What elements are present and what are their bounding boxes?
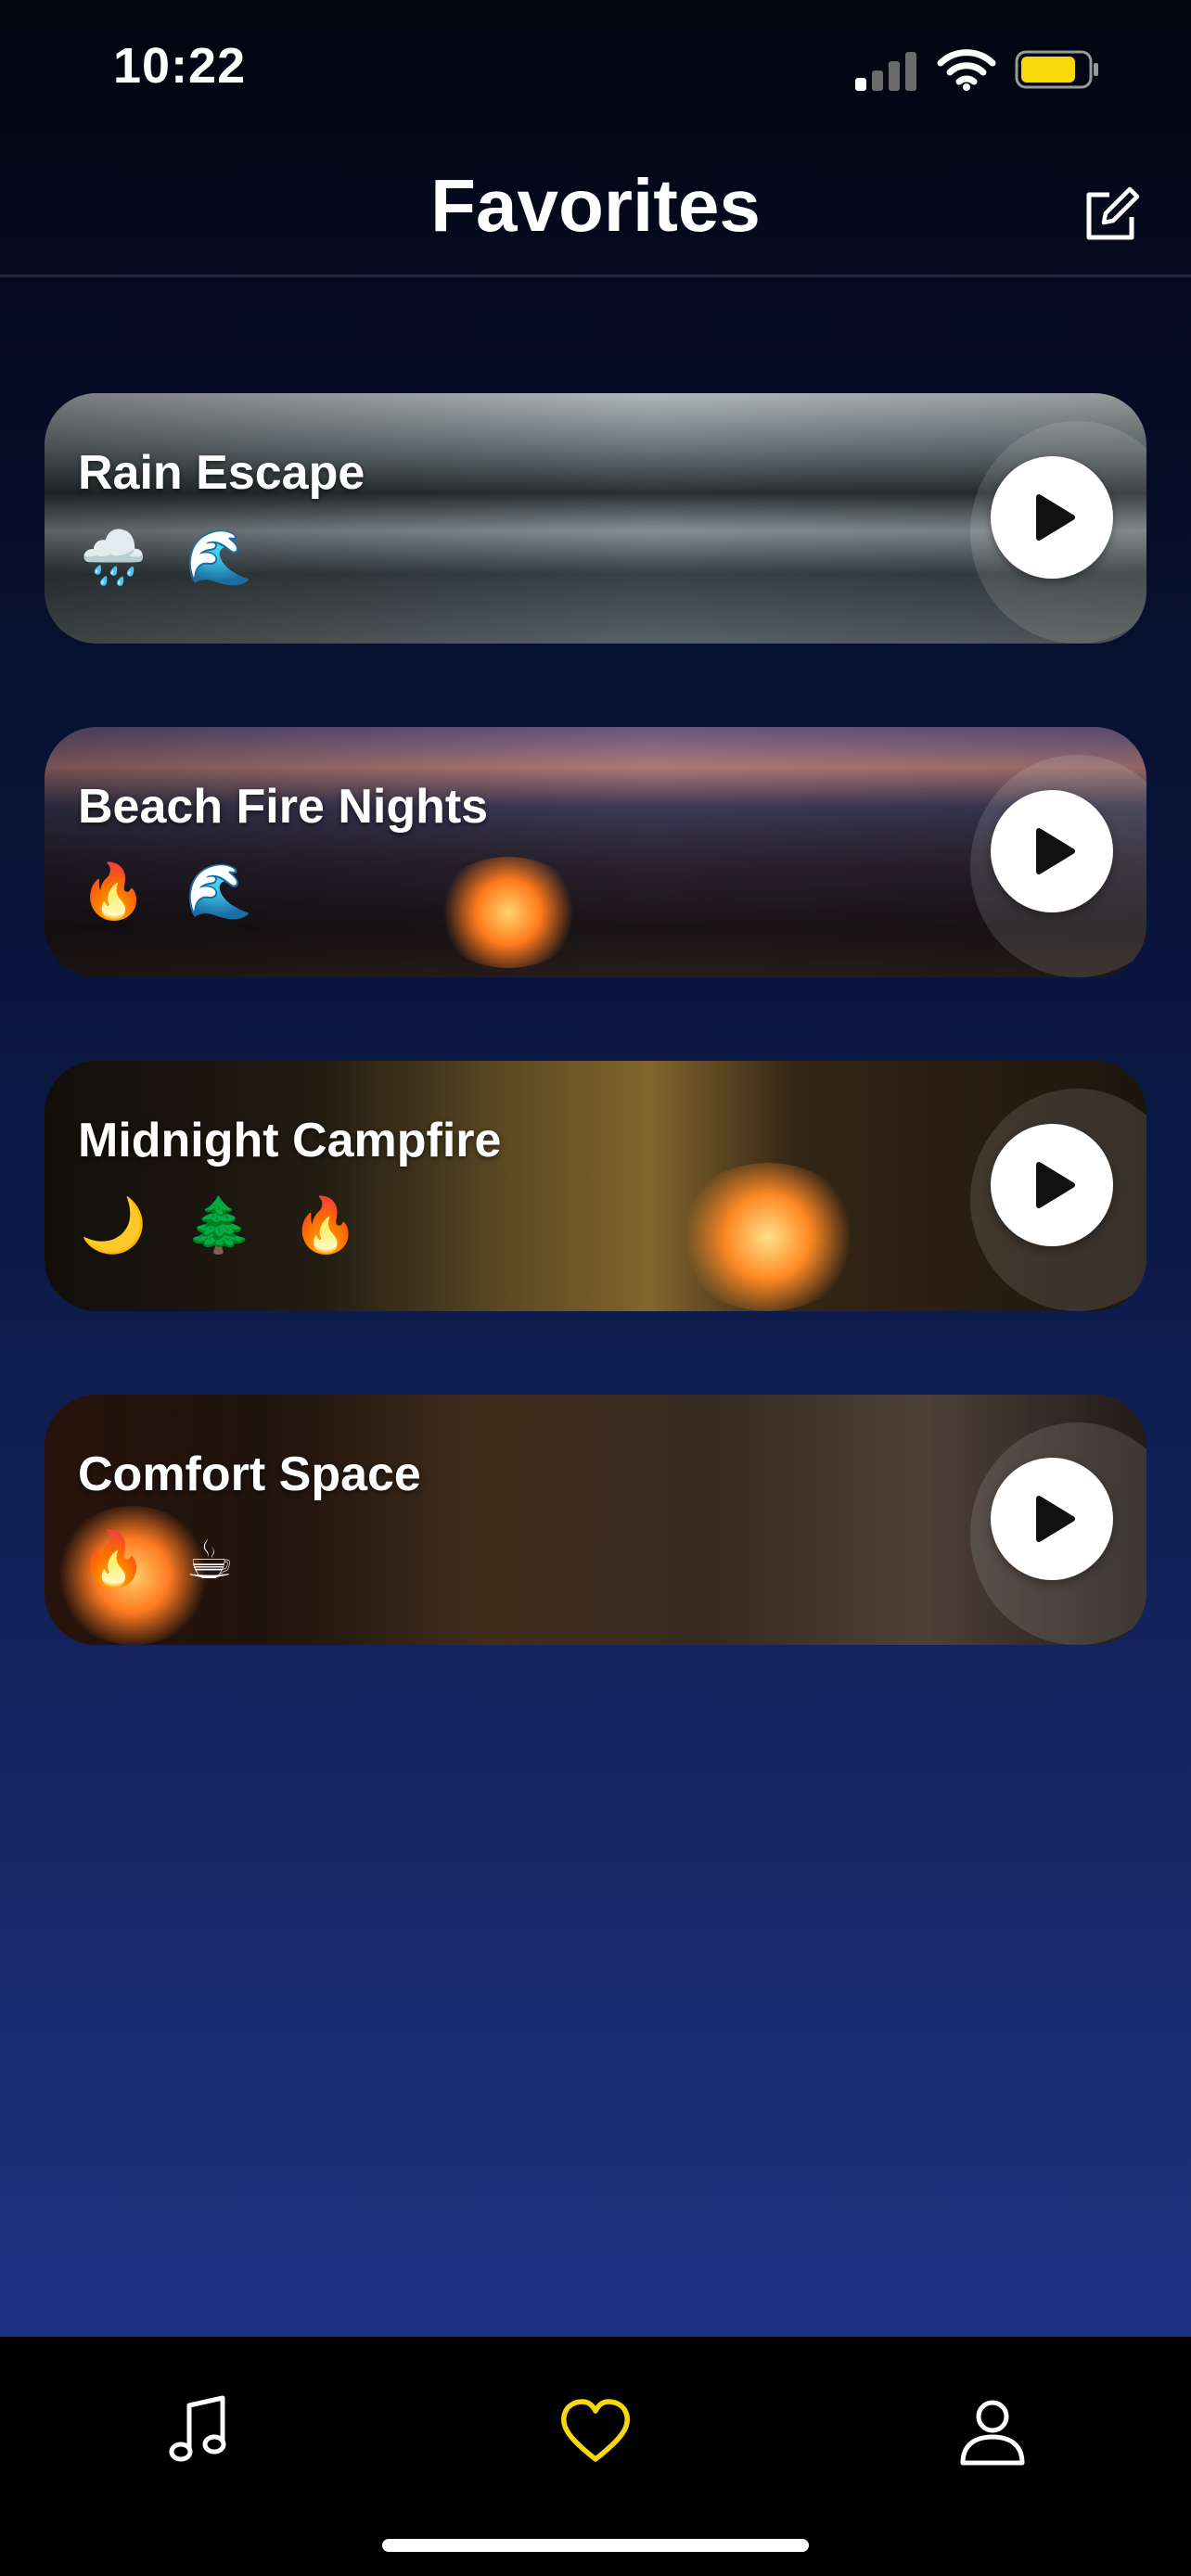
card-title: Midnight Campfire bbox=[78, 1114, 502, 1167]
coffee-emoji: ☕ bbox=[186, 1530, 235, 1590]
play-button[interactable] bbox=[991, 790, 1113, 912]
status-time: 10:22 bbox=[113, 38, 247, 94]
play-icon bbox=[1036, 828, 1075, 874]
heart-icon[interactable] bbox=[557, 2392, 634, 2470]
person-icon[interactable] bbox=[954, 2392, 1031, 2470]
play-icon bbox=[1036, 1496, 1075, 1542]
battery-icon bbox=[1015, 50, 1098, 89]
favorite-card[interactable]: Midnight Campfire 🌙 🌲 🔥 bbox=[45, 1061, 1146, 1311]
wave-emoji: 🌊 bbox=[186, 528, 253, 588]
play-button[interactable] bbox=[991, 1124, 1113, 1246]
card-title: Rain Escape bbox=[78, 446, 365, 500]
rain-cloud-emoji: 🌧️ bbox=[80, 528, 147, 588]
favorites-screen: 10:22 Favorites Rain Escape 🌧️ 🌊 Beach F… bbox=[0, 0, 1191, 2576]
favorite-card[interactable]: Rain Escape 🌧️ 🌊 bbox=[45, 393, 1146, 644]
home-indicator[interactable] bbox=[382, 2539, 809, 2552]
wifi-icon bbox=[937, 49, 996, 91]
music-note-icon[interactable] bbox=[161, 2392, 239, 2470]
play-button[interactable] bbox=[991, 1458, 1113, 1580]
play-icon bbox=[1036, 494, 1075, 541]
fire-glow bbox=[434, 857, 583, 968]
favorite-card[interactable]: Beach Fire Nights 🔥 🌊 bbox=[45, 727, 1146, 977]
cellular-signal-icon bbox=[855, 48, 918, 91]
wave-emoji: 🌊 bbox=[186, 861, 253, 922]
page-title: Favorites bbox=[430, 164, 761, 247]
fire-glow bbox=[675, 1163, 861, 1311]
fire-emoji: 🔥 bbox=[80, 1529, 147, 1589]
moon-emoji: 🌙 bbox=[80, 1195, 147, 1256]
fire-emoji: 🔥 bbox=[80, 861, 147, 922]
favorite-card[interactable]: Comfort Space 🔥 ☕ bbox=[45, 1395, 1146, 1645]
card-title: Comfort Space bbox=[78, 1447, 421, 1501]
card-emojis: 🌧️ 🌊 bbox=[80, 527, 252, 590]
play-button[interactable] bbox=[991, 456, 1113, 579]
fire-emoji: 🔥 bbox=[291, 1195, 359, 1256]
card-title: Beach Fire Nights bbox=[78, 780, 489, 834]
edit-icon[interactable] bbox=[1082, 185, 1141, 245]
play-icon bbox=[1036, 1162, 1075, 1208]
header-divider bbox=[0, 274, 1191, 277]
card-emojis: 🔥 ☕ bbox=[80, 1528, 234, 1591]
card-emojis: 🔥 🌊 bbox=[80, 861, 252, 924]
tree-emoji: 🌲 bbox=[186, 1195, 253, 1256]
card-emojis: 🌙 🌲 🔥 bbox=[80, 1194, 359, 1257]
